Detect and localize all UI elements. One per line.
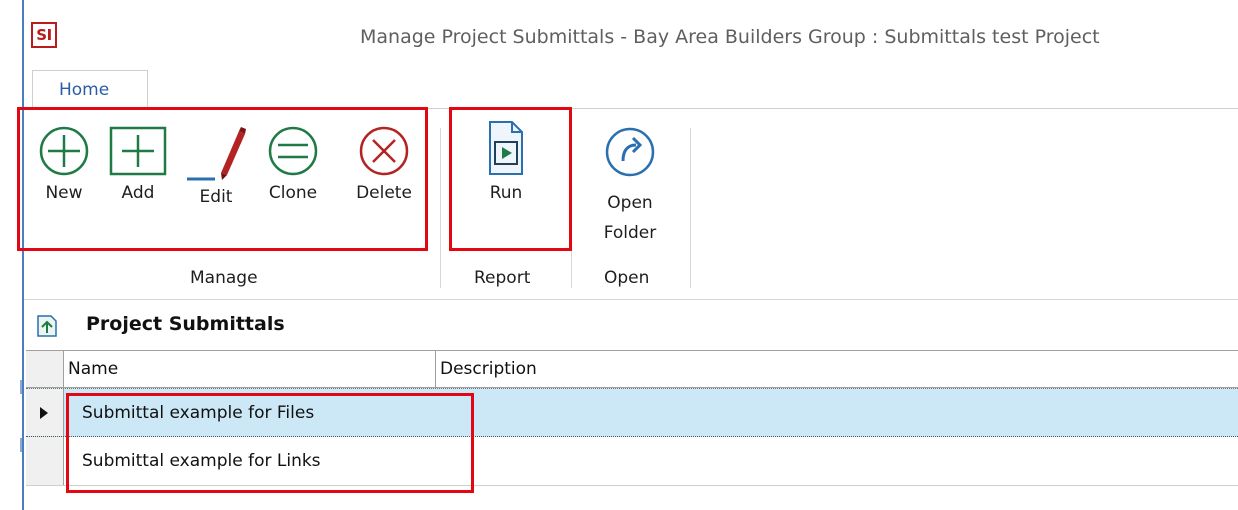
plus-square-icon	[109, 126, 167, 176]
grid-header: Name Description	[26, 350, 1238, 388]
ribbon-group-separator	[440, 128, 441, 288]
tab-home[interactable]: Home	[32, 70, 148, 109]
open-folder-label-line2: Folder	[603, 223, 657, 243]
new-button[interactable]: New	[36, 125, 92, 209]
column-header-description[interactable]: Description	[436, 351, 1238, 387]
run-button-label: Run	[489, 183, 523, 203]
plus-circle-icon	[39, 126, 89, 176]
run-report-icon	[489, 121, 523, 175]
run-button[interactable]: Run	[476, 118, 536, 206]
delete-button-label: Delete	[356, 183, 412, 203]
collapse-up-icon[interactable]	[36, 314, 58, 338]
window-title: Manage Project Submittals - Bay Area Bui…	[360, 26, 1100, 48]
edit-button[interactable]: Edit	[184, 125, 248, 213]
section-title: Project Submittals	[86, 313, 285, 335]
app-logo: SI	[31, 22, 57, 48]
window-border-tick	[20, 380, 22, 394]
add-button-label: Add	[121, 183, 155, 203]
clone-button-label: Clone	[268, 183, 318, 203]
row-selector-header[interactable]	[26, 351, 64, 387]
group-label-report: Report	[474, 268, 531, 288]
open-folder-button[interactable]: Open Folder	[594, 125, 666, 249]
group-label-open: Open	[604, 268, 650, 288]
group-label-manage: Manage	[190, 268, 258, 288]
current-row-arrow-icon	[40, 407, 48, 419]
open-folder-redo-icon	[605, 127, 655, 177]
clone-button[interactable]: Clone	[262, 125, 324, 209]
table-row[interactable]: Submittal example for Files	[26, 388, 1238, 437]
edit-button-label: Edit	[199, 187, 233, 207]
delete-button[interactable]: Delete	[348, 125, 420, 209]
table-row[interactable]: Submittal example for Links	[26, 437, 1238, 486]
add-button[interactable]: Add	[106, 125, 170, 209]
window-border-tick	[20, 438, 22, 452]
pen-icon	[187, 127, 246, 181]
row-name-cell[interactable]: Submittal example for Links	[82, 437, 321, 485]
ribbon-divider	[24, 299, 1238, 300]
ribbon-group-separator	[690, 128, 691, 288]
ribbon-group-separator	[571, 128, 572, 288]
row-selector[interactable]	[26, 389, 64, 436]
open-folder-label-line1: Open	[607, 193, 653, 213]
column-header-name[interactable]: Name	[64, 351, 436, 387]
new-button-label: New	[45, 183, 83, 203]
equals-circle-icon	[268, 126, 318, 176]
submittals-grid: Name Description Submittal example for F…	[26, 350, 1238, 498]
x-circle-icon	[359, 126, 409, 176]
row-selector[interactable]	[26, 437, 64, 485]
row-name-cell[interactable]: Submittal example for Files	[82, 389, 314, 436]
